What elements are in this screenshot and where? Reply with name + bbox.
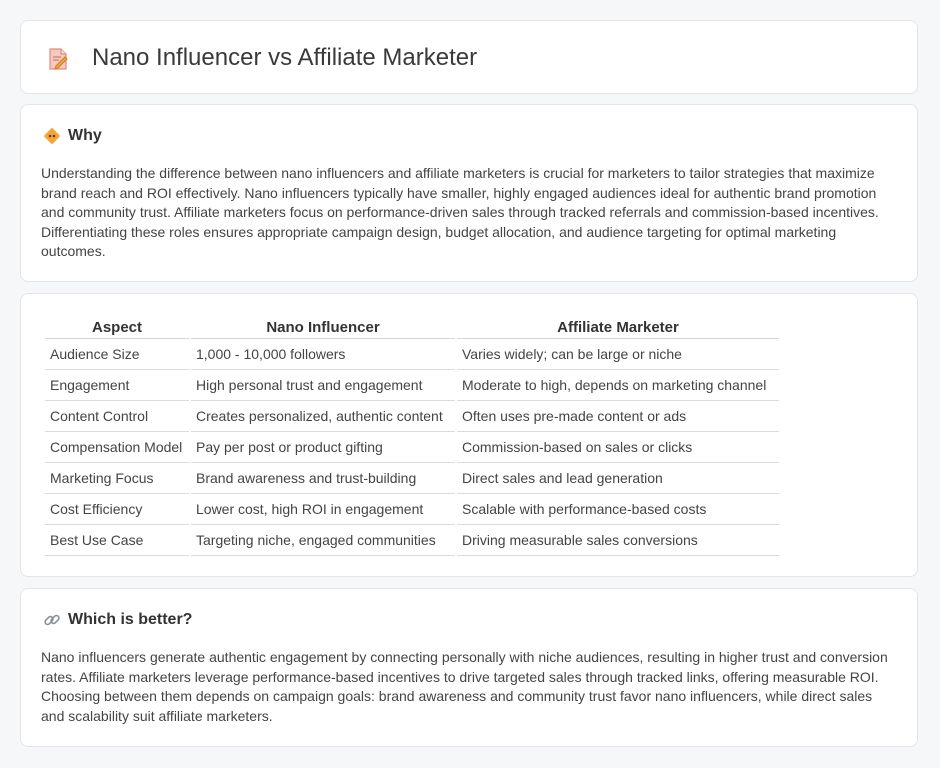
- table-cell: Best Use Case: [45, 525, 189, 556]
- why-text: Understanding the difference between nan…: [41, 165, 879, 260]
- column-header: Affiliate Marketer: [457, 315, 779, 339]
- table-row: Best Use Case Targeting niche, engaged c…: [45, 525, 779, 556]
- table-cell: Targeting niche, engaged communities: [191, 525, 455, 556]
- better-heading-row: Which is better?: [43, 611, 192, 629]
- table-cell: Moderate to high, depends on marketing c…: [457, 370, 779, 401]
- why-heading-row: Why: [43, 127, 102, 145]
- table-cell: Pay per post or product gifting: [191, 432, 455, 463]
- table-row: Content Control Creates personalized, au…: [45, 401, 779, 432]
- table-cell: Brand awareness and trust-building: [191, 463, 455, 494]
- table-row: Engagement High personal trust and engag…: [45, 370, 779, 401]
- table-cell: Creates personalized, authentic content: [191, 401, 455, 432]
- link-icon: [44, 614, 60, 626]
- page-title: Nano Influencer vs Affiliate Marketer: [92, 44, 478, 71]
- table-row: Marketing Focus Brand awareness and trus…: [45, 463, 779, 494]
- table-row: Compensation Model Pay per post or produ…: [45, 432, 779, 463]
- table-cell: Audience Size: [45, 339, 189, 370]
- table-cell: Direct sales and lead generation: [457, 463, 779, 494]
- table-cell: Scalable with performance-based costs: [457, 494, 779, 525]
- title-card: Nano Influencer vs Affiliate Marketer: [20, 20, 918, 94]
- better-text: Nano influencers generate authentic enga…: [41, 649, 888, 724]
- column-header: Nano Influencer: [191, 315, 455, 339]
- table-cell: Commission-based on sales or clicks: [457, 432, 779, 463]
- why-heading: Why: [68, 127, 102, 144]
- comparison-table: Aspect Nano Influencer Affiliate Markete…: [43, 315, 781, 556]
- comparison-section: Aspect Nano Influencer Affiliate Markete…: [20, 293, 918, 577]
- table-cell: Lower cost, high ROI in engagement: [191, 494, 455, 525]
- table-cell: Compensation Model: [45, 432, 189, 463]
- table-cell: Engagement: [45, 370, 189, 401]
- table-cell: Driving measurable sales conversions: [457, 525, 779, 556]
- table-cell: Content Control: [45, 401, 189, 432]
- column-header: Aspect: [45, 315, 189, 339]
- table-cell: 1,000 - 10,000 followers: [191, 339, 455, 370]
- table-cell: Marketing Focus: [45, 463, 189, 494]
- table-cell: High personal trust and engagement: [191, 370, 455, 401]
- document-pencil-icon: [49, 48, 68, 70]
- table-header-row: Aspect Nano Influencer Affiliate Markete…: [45, 315, 779, 339]
- table-cell: Cost Efficiency: [45, 494, 189, 525]
- table-cell: Often uses pre-made content or ads: [457, 401, 779, 432]
- which-is-better-section: Which is better? Nano influencers genera…: [20, 588, 918, 747]
- table-row: Audience Size 1,000 - 10,000 followers V…: [45, 339, 779, 370]
- table-cell: Varies widely; can be large or niche: [457, 339, 779, 370]
- table-row: Cost Efficiency Lower cost, high ROI in …: [45, 494, 779, 525]
- diamond-warning-icon: [44, 128, 60, 144]
- why-section: Why Understanding the difference between…: [20, 104, 918, 282]
- better-heading: Which is better?: [68, 611, 193, 628]
